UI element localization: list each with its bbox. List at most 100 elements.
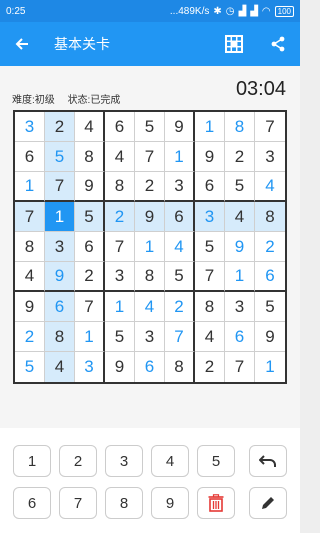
board-cell-r6-c5[interactable]: 8 [135, 262, 165, 292]
pencil-button[interactable] [249, 487, 287, 519]
board-cell-r6-c8[interactable]: 1 [225, 262, 255, 292]
delete-button[interactable] [197, 487, 235, 519]
key-8[interactable]: 8 [105, 487, 143, 519]
board-cell-r3-c2[interactable]: 7 [45, 172, 75, 202]
key-1[interactable]: 1 [13, 445, 51, 477]
board-cell-r6-c3[interactable]: 2 [75, 262, 105, 292]
board-cell-r2-c2[interactable]: 5 [45, 142, 75, 172]
board-cell-r7-c2[interactable]: 6 [45, 292, 75, 322]
board-cell-r2-c1[interactable]: 6 [15, 142, 45, 172]
board-cell-r7-c4[interactable]: 1 [105, 292, 135, 322]
board-cell-r7-c6[interactable]: 2 [165, 292, 195, 322]
key-3[interactable]: 3 [105, 445, 143, 477]
board-cell-r1-c6[interactable]: 9 [165, 112, 195, 142]
arrow-back-icon[interactable] [0, 22, 44, 66]
key-7[interactable]: 7 [59, 487, 97, 519]
board-cell-r8-c9[interactable]: 9 [255, 322, 285, 352]
board-cell-r1-c9[interactable]: 7 [255, 112, 285, 142]
status-time: 0:25 [6, 5, 26, 17]
board-cell-r9-c3[interactable]: 3 [75, 352, 105, 382]
board-cell-r9-c7[interactable]: 2 [195, 352, 225, 382]
board-cell-r4-c9[interactable]: 8 [255, 202, 285, 232]
board-cell-r1-c5[interactable]: 5 [135, 112, 165, 142]
key-6[interactable]: 6 [13, 487, 51, 519]
board-cell-r9-c6[interactable]: 8 [165, 352, 195, 382]
board-cell-r3-c1[interactable]: 1 [15, 172, 45, 202]
board-cell-r2-c6[interactable]: 1 [165, 142, 195, 172]
board-cell-r2-c8[interactable]: 2 [225, 142, 255, 172]
board-cell-r5-c7[interactable]: 5 [195, 232, 225, 262]
board-cell-r9-c9[interactable]: 1 [255, 352, 285, 382]
board-cell-r5-c4[interactable]: 7 [105, 232, 135, 262]
board-cell-r8-c4[interactable]: 5 [105, 322, 135, 352]
board-cell-r9-c4[interactable]: 9 [105, 352, 135, 382]
board-cell-r3-c7[interactable]: 6 [195, 172, 225, 202]
signal-icon: ▟ [238, 5, 247, 17]
board-cell-r3-c5[interactable]: 2 [135, 172, 165, 202]
board-cell-r5-c3[interactable]: 6 [75, 232, 105, 262]
board-cell-r5-c9[interactable]: 2 [255, 232, 285, 262]
board-cell-r3-c8[interactable]: 5 [225, 172, 255, 202]
board-cell-r7-c9[interactable]: 5 [255, 292, 285, 322]
board-cell-r1-c7[interactable]: 1 [195, 112, 225, 142]
board-cell-r8-c1[interactable]: 2 [15, 322, 45, 352]
board-cell-r8-c3[interactable]: 1 [75, 322, 105, 352]
board-cell-r6-c9[interactable]: 6 [255, 262, 285, 292]
board-cell-r6-c1[interactable]: 4 [15, 262, 45, 292]
board-cell-r6-c7[interactable]: 7 [195, 262, 225, 292]
board-cell-r8-c6[interactable]: 7 [165, 322, 195, 352]
board-cell-r8-c2[interactable]: 8 [45, 322, 75, 352]
board-cell-r2-c3[interactable]: 8 [75, 142, 105, 172]
board-cell-r6-c6[interactable]: 5 [165, 262, 195, 292]
board-cell-r4-c5[interactable]: 9 [135, 202, 165, 232]
board-cell-r4-c2[interactable]: 1 [45, 202, 75, 232]
board-cell-r6-c4[interactable]: 3 [105, 262, 135, 292]
board-cell-r7-c7[interactable]: 8 [195, 292, 225, 322]
board-cell-r5-c2[interactable]: 3 [45, 232, 75, 262]
board-cell-r7-c5[interactable]: 4 [135, 292, 165, 322]
board-cell-r7-c8[interactable]: 3 [225, 292, 255, 322]
key-5[interactable]: 5 [197, 445, 235, 477]
trash-icon [208, 494, 224, 512]
key-2[interactable]: 2 [59, 445, 97, 477]
board-cell-r3-c6[interactable]: 3 [165, 172, 195, 202]
key-4[interactable]: 4 [151, 445, 189, 477]
board-cell-r3-c3[interactable]: 9 [75, 172, 105, 202]
share-icon[interactable] [256, 22, 300, 66]
grid-icon[interactable] [212, 22, 256, 66]
board-cell-r9-c2[interactable]: 4 [45, 352, 75, 382]
board-cell-r9-c1[interactable]: 5 [15, 352, 45, 382]
board-cell-r2-c4[interactable]: 4 [105, 142, 135, 172]
board-cell-r8-c5[interactable]: 3 [135, 322, 165, 352]
board-cell-r2-c7[interactable]: 9 [195, 142, 225, 172]
key-9[interactable]: 9 [151, 487, 189, 519]
board-cell-r4-c7[interactable]: 3 [195, 202, 225, 232]
board-cell-r5-c6[interactable]: 4 [165, 232, 195, 262]
board-cell-r5-c5[interactable]: 1 [135, 232, 165, 262]
board-cell-r4-c6[interactable]: 6 [165, 202, 195, 232]
board-cell-r6-c2[interactable]: 9 [45, 262, 75, 292]
board-cell-r1-c2[interactable]: 2 [45, 112, 75, 142]
board-cell-r8-c7[interactable]: 4 [195, 322, 225, 352]
board-cell-r9-c5[interactable]: 6 [135, 352, 165, 382]
board-cell-r3-c4[interactable]: 8 [105, 172, 135, 202]
board-cell-r1-c8[interactable]: 8 [225, 112, 255, 142]
board-cell-r5-c8[interactable]: 9 [225, 232, 255, 262]
board-cell-r4-c4[interactable]: 2 [105, 202, 135, 232]
board-cell-r2-c9[interactable]: 3 [255, 142, 285, 172]
undo-button[interactable] [249, 445, 287, 477]
board-cell-r1-c3[interactable]: 4 [75, 112, 105, 142]
board-cell-r5-c1[interactable]: 8 [15, 232, 45, 262]
status-icons: ...489K/s ✱ ◷ ▟ ▟ ◠ 100 [170, 5, 294, 17]
board-cell-r8-c8[interactable]: 6 [225, 322, 255, 352]
board-cell-r2-c5[interactable]: 7 [135, 142, 165, 172]
board-cell-r4-c8[interactable]: 4 [225, 202, 255, 232]
board-cell-r1-c4[interactable]: 6 [105, 112, 135, 142]
board-cell-r3-c9[interactable]: 4 [255, 172, 285, 202]
board-cell-r7-c1[interactable]: 9 [15, 292, 45, 322]
board-cell-r4-c3[interactable]: 5 [75, 202, 105, 232]
board-cell-r1-c1[interactable]: 3 [15, 112, 45, 142]
board-cell-r7-c3[interactable]: 7 [75, 292, 105, 322]
board-cell-r4-c1[interactable]: 7 [15, 202, 45, 232]
board-cell-r9-c8[interactable]: 7 [225, 352, 255, 382]
